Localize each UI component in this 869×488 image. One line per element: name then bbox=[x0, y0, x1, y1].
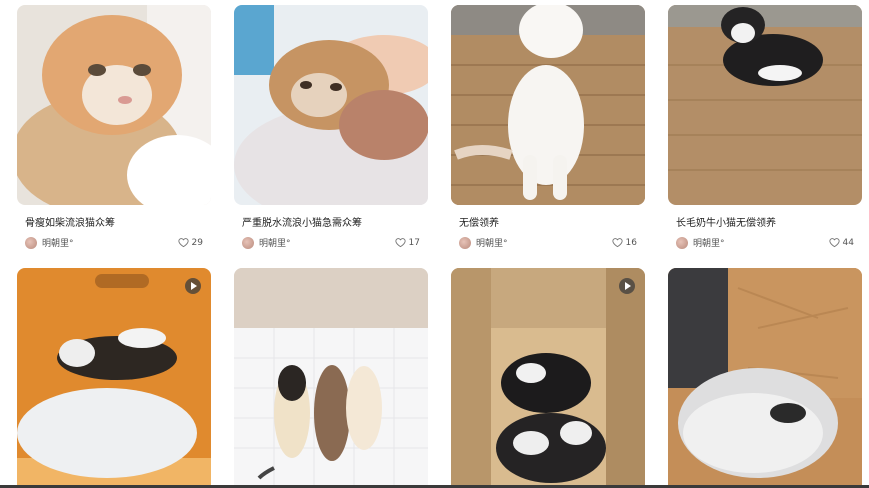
author-name[interactable]: 明朝里° bbox=[476, 236, 508, 249]
author[interactable]: 明朝里° bbox=[25, 236, 74, 249]
like-button[interactable]: 17 bbox=[394, 237, 420, 248]
like-count: 44 bbox=[842, 237, 854, 248]
post-card[interactable] bbox=[451, 268, 645, 486]
author-name[interactable]: 明朝里° bbox=[693, 236, 725, 249]
like-button[interactable]: 16 bbox=[611, 237, 637, 248]
heart-icon bbox=[828, 238, 840, 248]
kittens-in-cardboard-box-image bbox=[451, 268, 645, 486]
post-grid: 骨瘦如柴流浪猫众筹 明朝里° 29 严重脱水流浪小猫急需众筹 明朝里° 17 无… bbox=[0, 0, 869, 488]
post-card[interactable]: 无偿领养 明朝里° 16 bbox=[451, 5, 645, 249]
post-photo[interactable] bbox=[668, 5, 862, 205]
post-title[interactable]: 长毛奶牛小猫无偿领养 bbox=[676, 214, 856, 229]
kitten-in-fluffy-bed-image bbox=[668, 268, 862, 486]
post-card[interactable]: 严重脱水流浪小猫急需众筹 明朝里° 17 bbox=[234, 5, 428, 249]
author[interactable]: 明朝里° bbox=[459, 236, 508, 249]
author-name[interactable]: 明朝里° bbox=[42, 236, 74, 249]
like-count: 29 bbox=[191, 237, 203, 248]
post-card[interactable]: 骨瘦如柴流浪猫众筹 明朝里° 29 bbox=[17, 5, 211, 249]
white-kitten-on-mat-image bbox=[451, 5, 645, 205]
post-photo[interactable] bbox=[451, 5, 645, 205]
post-photo[interactable] bbox=[234, 5, 428, 205]
post-card[interactable]: 长毛奶牛小猫无偿领养 明朝里° 44 bbox=[668, 5, 862, 249]
post-meta: 明朝里° 29 bbox=[25, 236, 203, 249]
orange-kitten-held-in-hand-image bbox=[234, 5, 428, 205]
video-play-icon bbox=[619, 278, 635, 294]
post-photo[interactable] bbox=[234, 268, 428, 486]
post-photo[interactable] bbox=[451, 268, 645, 486]
author[interactable]: 明朝里° bbox=[242, 236, 291, 249]
like-count: 17 bbox=[408, 237, 420, 248]
author[interactable]: 明朝里° bbox=[676, 236, 725, 249]
kitten-in-orange-box-image bbox=[17, 268, 211, 486]
avatar[interactable] bbox=[459, 236, 471, 249]
avatar[interactable] bbox=[676, 236, 688, 249]
post-title[interactable]: 无偿领养 bbox=[459, 214, 639, 229]
post-photo[interactable] bbox=[668, 268, 862, 486]
avatar[interactable] bbox=[25, 236, 37, 249]
like-count: 16 bbox=[625, 237, 637, 248]
post-photo[interactable] bbox=[17, 5, 211, 205]
post-card[interactable] bbox=[17, 268, 211, 486]
author-name[interactable]: 明朝里° bbox=[259, 236, 291, 249]
heart-icon bbox=[611, 238, 623, 248]
post-meta: 明朝里° 16 bbox=[459, 236, 637, 249]
post-card[interactable] bbox=[668, 268, 862, 486]
black-white-kitten-on-mat-image bbox=[668, 5, 862, 205]
newborn-kittens-on-pad-image bbox=[234, 268, 428, 486]
video-play-icon bbox=[185, 278, 201, 294]
orange-white-kitten-closeup-image bbox=[17, 5, 211, 205]
post-card[interactable] bbox=[234, 268, 428, 486]
heart-icon bbox=[177, 238, 189, 248]
heart-icon bbox=[394, 238, 406, 248]
post-meta: 明朝里° 17 bbox=[242, 236, 420, 249]
post-title[interactable]: 骨瘦如柴流浪猫众筹 bbox=[25, 214, 205, 229]
like-button[interactable]: 29 bbox=[177, 237, 203, 248]
avatar[interactable] bbox=[242, 236, 254, 249]
like-button[interactable]: 44 bbox=[828, 237, 854, 248]
post-photo[interactable] bbox=[17, 268, 211, 486]
post-title[interactable]: 严重脱水流浪小猫急需众筹 bbox=[242, 214, 422, 229]
post-meta: 明朝里° 44 bbox=[676, 236, 854, 249]
